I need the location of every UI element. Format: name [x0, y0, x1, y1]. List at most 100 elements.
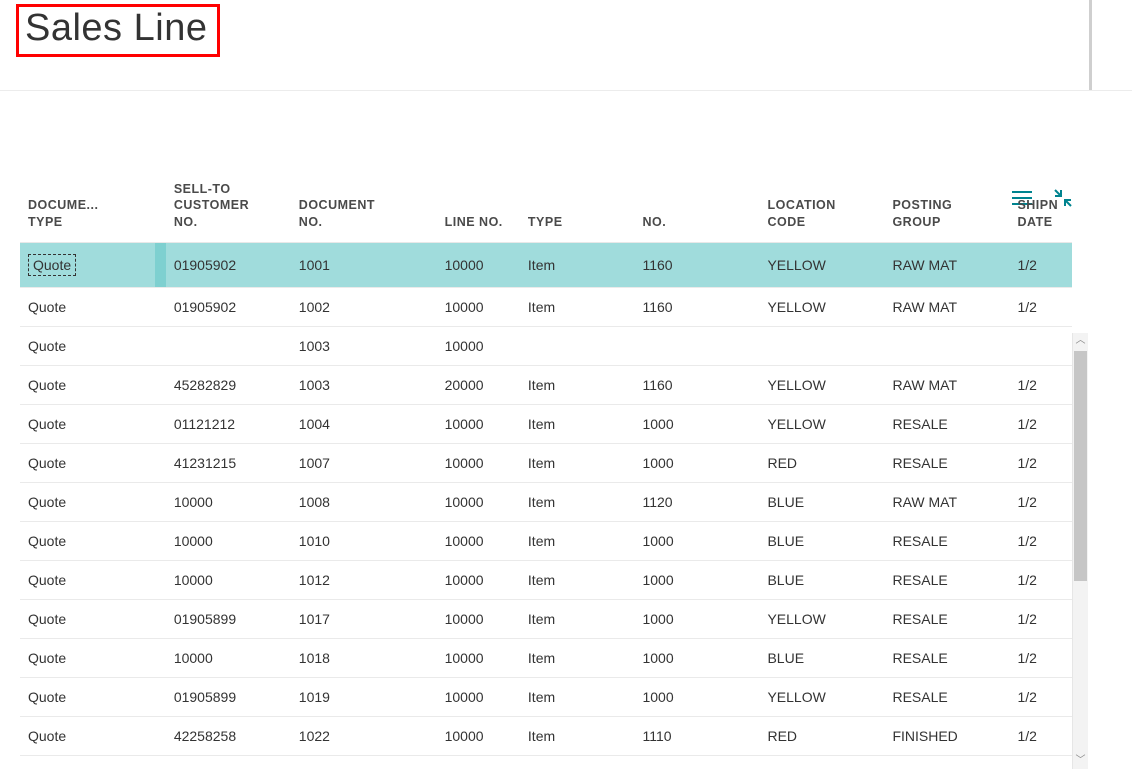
- cell-shipment-date[interactable]: 1/2: [1009, 677, 1072, 716]
- cell-sell-to-customer-no[interactable]: 01905902: [166, 287, 291, 326]
- cell-document-type[interactable]: Quote: [20, 404, 166, 443]
- cell-document-no[interactable]: 1008: [291, 482, 437, 521]
- cell-no[interactable]: 1110: [634, 716, 759, 755]
- cell-document-type[interactable]: Quote: [20, 599, 166, 638]
- cell-location-code[interactable]: RED: [759, 716, 884, 755]
- cell-no[interactable]: 1000: [634, 677, 759, 716]
- cell-no[interactable]: 1000: [634, 521, 759, 560]
- cell-type[interactable]: Item: [520, 677, 635, 716]
- cell-location-code[interactable]: YELLOW: [759, 404, 884, 443]
- cell-no[interactable]: 1000: [634, 443, 759, 482]
- cell-no[interactable]: 1000: [634, 560, 759, 599]
- cell-sell-to-customer-no[interactable]: 45282829: [166, 365, 291, 404]
- header-sell-to-customer-no[interactable]: SELL-TOCUSTOMERNO.: [166, 136, 291, 242]
- cell-no[interactable]: 1160: [634, 365, 759, 404]
- cell-line-no[interactable]: 10000: [437, 242, 520, 287]
- cell-line-no[interactable]: 10000: [437, 638, 520, 677]
- cell-location-code[interactable]: RED: [759, 443, 884, 482]
- cell-location-code[interactable]: BLUE: [759, 560, 884, 599]
- cell-type[interactable]: Item: [520, 716, 635, 755]
- cell-document-type[interactable]: Quote: [20, 521, 166, 560]
- cell-posting-group[interactable]: [884, 326, 1009, 365]
- cell-posting-group[interactable]: RESALE: [884, 404, 1009, 443]
- cell-type[interactable]: Item: [520, 599, 635, 638]
- cell-posting-group[interactable]: RESALE: [884, 638, 1009, 677]
- cell-document-no[interactable]: 1010: [291, 521, 437, 560]
- cell-location-code[interactable]: YELLOW: [759, 242, 884, 287]
- cell-document-type[interactable]: Quote: [20, 287, 166, 326]
- cell-location-code[interactable]: YELLOW: [759, 365, 884, 404]
- table-row[interactable]: Quote10000101210000Item1000BLUERESALE1/2: [20, 560, 1072, 599]
- table-row[interactable]: Quote01121212100410000Item1000YELLOWRESA…: [20, 404, 1072, 443]
- cell-document-no[interactable]: 1018: [291, 638, 437, 677]
- cell-posting-group[interactable]: RESALE: [884, 599, 1009, 638]
- cell-no[interactable]: [634, 326, 759, 365]
- table-row[interactable]: Quote01905899101710000Item1000YELLOWRESA…: [20, 599, 1072, 638]
- cell-sell-to-customer-no[interactable]: 41231215: [166, 443, 291, 482]
- focused-cell[interactable]: Quote: [28, 254, 76, 276]
- table-row[interactable]: Quote01905902100210000Item1160YELLOWRAW …: [20, 287, 1072, 326]
- header-location-code[interactable]: LOCATIONCODE: [759, 136, 884, 242]
- header-type[interactable]: TYPE: [520, 136, 635, 242]
- cell-no[interactable]: 1120: [634, 482, 759, 521]
- cell-shipment-date[interactable]: 1/2: [1009, 365, 1072, 404]
- cell-location-code[interactable]: YELLOW: [759, 599, 884, 638]
- table-row[interactable]: Quote10000101810000Item1000BLUERESALE1/2: [20, 638, 1072, 677]
- cell-line-no[interactable]: 10000: [437, 677, 520, 716]
- table-row[interactable]: Quote01905899101910000Item1000YELLOWRESA…: [20, 677, 1072, 716]
- scroll-thumb[interactable]: [1074, 351, 1087, 581]
- cell-type[interactable]: [520, 326, 635, 365]
- cell-line-no[interactable]: 10000: [437, 521, 520, 560]
- cell-sell-to-customer-no[interactable]: 42258258: [166, 716, 291, 755]
- cell-type[interactable]: Item: [520, 443, 635, 482]
- cell-document-type[interactable]: Quote: [20, 716, 166, 755]
- cell-line-no[interactable]: 10000: [437, 326, 520, 365]
- cell-posting-group[interactable]: RESALE: [884, 521, 1009, 560]
- table-row[interactable]: Quote45282829100320000Item1160YELLOWRAW …: [20, 365, 1072, 404]
- cell-location-code[interactable]: BLUE: [759, 638, 884, 677]
- cell-document-no[interactable]: 1019: [291, 677, 437, 716]
- cell-location-code[interactable]: [759, 326, 884, 365]
- table-row[interactable]: Quote 100310000: [20, 326, 1072, 365]
- cell-document-type[interactable]: Quote: [20, 365, 166, 404]
- cell-document-no[interactable]: 1003: [291, 365, 437, 404]
- cell-line-no[interactable]: 10000: [437, 599, 520, 638]
- cell-location-code[interactable]: BLUE: [759, 521, 884, 560]
- cell-posting-group[interactable]: RESALE: [884, 560, 1009, 599]
- cell-type[interactable]: Item: [520, 242, 635, 287]
- cell-document-type[interactable]: Quote: [20, 482, 166, 521]
- cell-type[interactable]: Item: [520, 560, 635, 599]
- row-menu-button[interactable]: ⋮: [155, 243, 166, 287]
- cell-sell-to-customer-no[interactable]: 01905899: [166, 677, 291, 716]
- cell-document-no[interactable]: 1007: [291, 443, 437, 482]
- cell-posting-group[interactable]: RAW MAT: [884, 482, 1009, 521]
- cell-document-no[interactable]: 1003: [291, 326, 437, 365]
- cell-sell-to-customer-no[interactable]: 10000: [166, 482, 291, 521]
- cell-type[interactable]: Item: [520, 365, 635, 404]
- cell-shipment-date[interactable]: 1/2: [1009, 599, 1072, 638]
- cell-shipment-date[interactable]: [1009, 326, 1072, 365]
- cell-document-no[interactable]: 1012: [291, 560, 437, 599]
- cell-type[interactable]: Item: [520, 482, 635, 521]
- header-line-no[interactable]: LINE NO.: [437, 136, 520, 242]
- cell-shipment-date[interactable]: 1/2: [1009, 560, 1072, 599]
- scroll-down-button[interactable]: ﹀: [1073, 753, 1088, 769]
- cell-shipment-date[interactable]: 1/2: [1009, 638, 1072, 677]
- header-document-no[interactable]: DOCUMENTNO.: [291, 136, 437, 242]
- cell-location-code[interactable]: BLUE: [759, 482, 884, 521]
- cell-posting-group[interactable]: RESALE: [884, 443, 1009, 482]
- table-row[interactable]: Quote42258258102210000Item1110REDFINISHE…: [20, 716, 1072, 755]
- cell-line-no[interactable]: 10000: [437, 482, 520, 521]
- cell-document-type[interactable]: Quote: [20, 560, 166, 599]
- cell-sell-to-customer-no[interactable]: 10000: [166, 560, 291, 599]
- cell-posting-group[interactable]: RESALE: [884, 677, 1009, 716]
- cell-document-no[interactable]: 1017: [291, 599, 437, 638]
- cell-posting-group[interactable]: RAW MAT: [884, 365, 1009, 404]
- cell-document-no[interactable]: 1004: [291, 404, 437, 443]
- cell-line-no[interactable]: 20000: [437, 365, 520, 404]
- cell-document-type[interactable]: Quote: [20, 326, 166, 365]
- cell-type[interactable]: Item: [520, 287, 635, 326]
- cell-no[interactable]: 1000: [634, 599, 759, 638]
- cell-line-no[interactable]: 10000: [437, 287, 520, 326]
- cell-document-type[interactable]: Quote: [20, 677, 166, 716]
